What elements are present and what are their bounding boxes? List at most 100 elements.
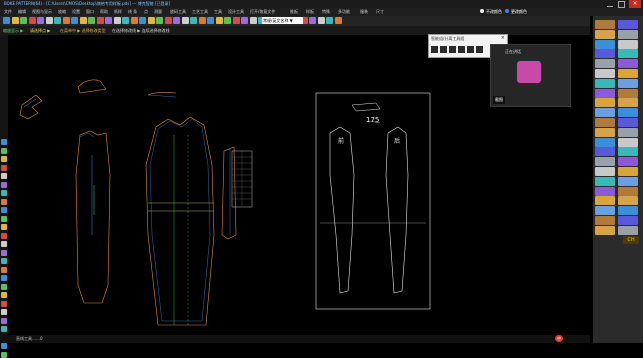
menu-point[interactable]: 点 [144,9,148,15]
menu-file[interactable]: 文件 [4,9,12,15]
toolbar-button[interactable] [96,17,104,24]
toolbar-button[interactable] [105,17,112,24]
left-tool-button[interactable] [1,292,7,298]
menu-settings[interactable]: 设置 [72,9,80,15]
pattern-tool[interactable] [618,147,638,157]
tool-icon-6[interactable] [476,46,483,53]
pattern-tool[interactable] [618,59,638,69]
left-tool-button[interactable] [1,241,7,247]
toolbar-button[interactable] [181,17,189,24]
pattern-tool[interactable] [595,98,615,108]
minimize-icon[interactable] [607,1,613,7]
toolbar-button[interactable] [11,17,19,24]
toolbar-button[interactable] [224,17,231,24]
pattern-tool[interactable] [618,127,638,137]
toolbar-button[interactable] [79,17,87,24]
pattern-tool[interactable] [595,88,615,98]
left-tool-button[interactable] [1,351,7,358]
pattern-tool[interactable] [595,108,615,118]
left-tool-button[interactable] [1,181,7,188]
pattern-tool[interactable] [618,186,638,196]
tool-icon-2[interactable] [440,46,447,53]
left-tool-button[interactable] [1,232,7,239]
tool-icon-5[interactable] [467,46,474,53]
menu-craft[interactable]: 工艺工具 [192,9,208,15]
pattern-tool[interactable] [618,49,638,59]
toolbar-button[interactable] [147,17,155,24]
toolbar-button[interactable] [164,17,172,24]
menu-sample[interactable]: 样板 [306,9,314,15]
toolbar-button[interactable] [28,17,36,24]
pattern-tool[interactable] [595,39,615,49]
left-tool-button[interactable] [1,275,7,281]
pattern-tool[interactable] [595,176,615,186]
video-call-window[interactable]: 正在讲话 截图 [490,44,571,107]
left-tool-button[interactable] [1,224,7,230]
popup-close-icon[interactable]: × [501,35,505,41]
toolbar-button[interactable] [156,17,163,24]
toolbar-button[interactable] [71,17,78,24]
pattern-tool[interactable] [595,147,615,157]
menu-line[interactable]: 线 条 [128,9,137,15]
pattern-tool[interactable] [595,78,615,88]
toolbar-button[interactable] [173,17,180,24]
menu-clothing[interactable]: 服装 [360,9,368,15]
toolbar-button[interactable] [3,17,10,24]
left-tool-button[interactable] [1,283,7,290]
menu-view[interactable]: 视图与显示 [32,9,52,15]
menu-tools[interactable]: 工具 [214,9,222,15]
pattern-tool[interactable] [595,137,615,147]
pattern-tool[interactable] [595,69,615,78]
menu-multi[interactable]: 多功能 [338,9,350,15]
pattern-tool[interactable] [595,186,615,196]
toolbar-button[interactable] [62,17,70,24]
pattern-tool[interactable] [595,167,615,176]
menu-open-restore[interactable]: 打开/恢复文件 [250,9,275,15]
toolbar-button[interactable] [309,17,316,24]
toolbar-button[interactable] [334,17,342,24]
ime-indicator[interactable]: 中 [555,335,563,342]
pattern-tool[interactable] [618,167,638,176]
left-tool-button[interactable] [1,317,7,324]
left-tool-button[interactable] [1,258,7,264]
menu-zoom[interactable]: 放缩 [58,9,66,15]
tool-icon-4[interactable] [458,46,465,53]
pattern-tool[interactable] [618,98,638,108]
menu-grading[interactable]: 放码工具 [170,9,186,15]
toolbar-button[interactable] [139,17,146,24]
pattern-tool[interactable] [595,157,615,167]
toolbar-button[interactable] [198,17,206,24]
pattern-tool[interactable] [618,176,638,186]
left-tool-button[interactable] [1,139,7,145]
pattern-tool[interactable] [618,196,638,206]
left-tool-button[interactable] [1,266,7,273]
radio-change[interactable] [505,9,509,13]
pattern-tool[interactable] [595,118,615,127]
left-tool-button[interactable] [1,215,7,222]
pattern-tool[interactable] [618,206,638,216]
menu-window[interactable]: 窗口 [86,9,94,15]
toolbar-button[interactable] [241,17,248,24]
toolbar-button[interactable] [122,17,129,24]
pattern-tool[interactable] [618,216,638,225]
maximize-icon[interactable] [618,1,625,8]
toolbar-button[interactable] [88,17,95,24]
pattern-tool[interactable] [618,118,638,127]
toolbar-button[interactable] [326,17,333,24]
pattern-tool[interactable] [595,196,615,206]
left-tool-button[interactable] [1,249,7,256]
toolbar-button[interactable] [249,17,257,24]
font-select[interactable]: 常规/英文名称 ▼ [262,17,303,24]
tool-icon-1[interactable] [431,46,438,53]
radio-no-change[interactable] [480,9,484,13]
toolbar-button[interactable] [54,17,61,24]
pattern-tool[interactable] [595,20,615,29]
screenshot-badge[interactable]: 截图 [493,96,505,104]
grade-button[interactable]: CH [623,236,639,244]
menu-measure[interactable]: 测量 [154,9,162,15]
toolbar-button[interactable] [20,17,27,24]
tool-icon-3[interactable] [449,46,456,53]
left-tool-button[interactable] [1,309,7,315]
pattern-tool[interactable] [595,206,615,216]
menu-edit[interactable]: 编辑 [18,9,26,15]
